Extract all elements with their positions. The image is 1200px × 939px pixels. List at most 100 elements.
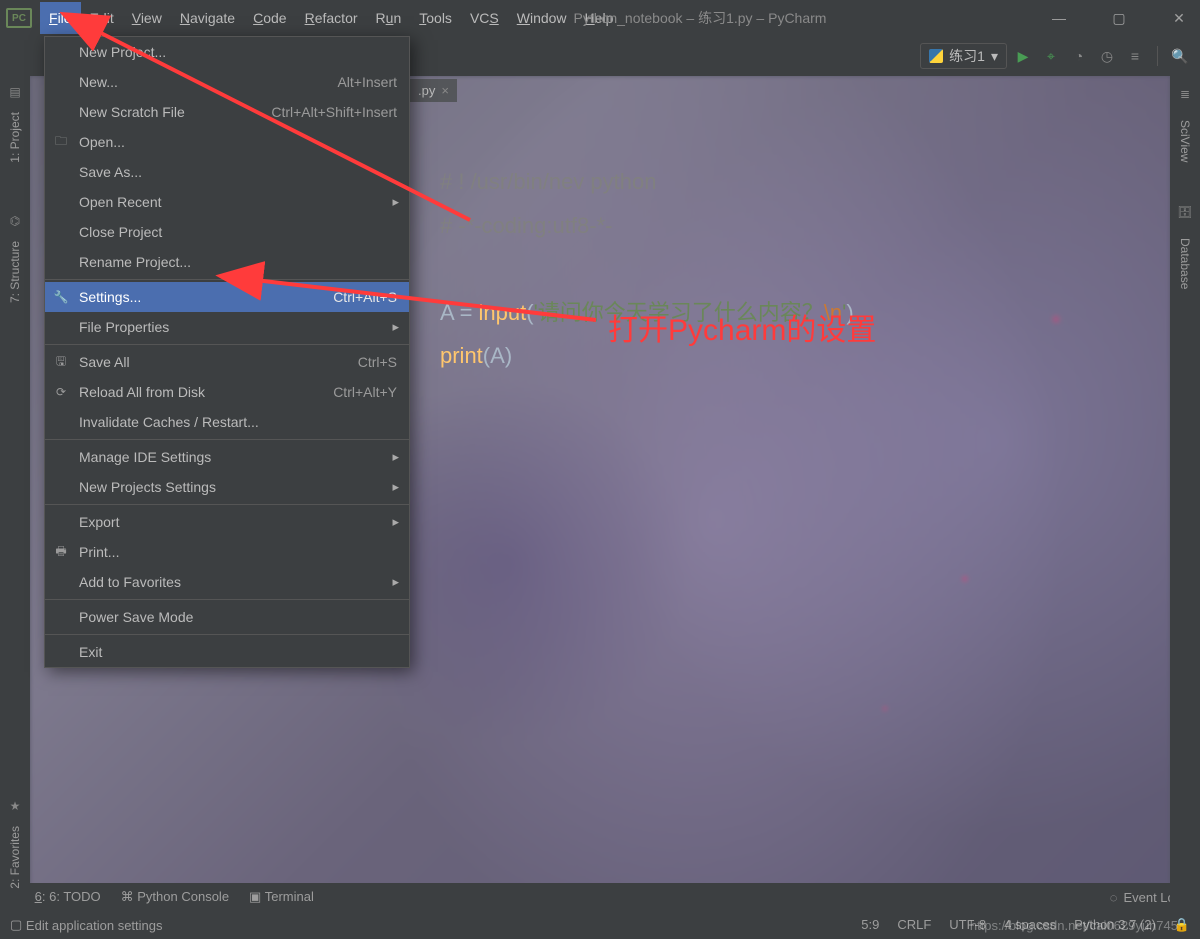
menu-window[interactable]: Window [508, 2, 576, 34]
run-config-selector[interactable]: 练习1 ▾ [920, 43, 1007, 69]
tool-database[interactable]: Database [1178, 234, 1192, 293]
code-func: input [479, 300, 527, 325]
menu-file[interactable]: File [40, 2, 81, 34]
menu-item-open[interactable]: 🗀Open... [45, 127, 409, 157]
menu-item-file-properties[interactable]: File Properties [45, 312, 409, 342]
chevron-down-icon: ▾ [991, 48, 998, 65]
tool-terminal[interactable]: ▣ Terminal [249, 889, 314, 905]
run-coverage-button[interactable]: ◔ [1067, 44, 1091, 68]
menu-item-close-project[interactable]: Close Project [45, 217, 409, 247]
editor-tab-bar: .py × [410, 76, 457, 104]
menu-item-label: Export [79, 514, 119, 530]
menu-item-shortcut: Ctrl+Alt+Shift+Insert [271, 104, 397, 120]
stop-button[interactable]: ≡ [1123, 44, 1147, 68]
menu-item-new-scratch-file[interactable]: New Scratch FileCtrl+Alt+Shift+Insert [45, 97, 409, 127]
code-line-2: # -*-coding:utf8-*- [440, 213, 612, 238]
tool-project[interactable]: 1: Project [8, 108, 22, 167]
menu-separator [45, 279, 409, 280]
menu-item-power-save-mode[interactable]: Power Save Mode [45, 602, 409, 632]
separator [1157, 46, 1158, 66]
menu-item-manage-ide-settings[interactable]: Manage IDE Settings [45, 442, 409, 472]
menu-item-label: New Project... [79, 44, 166, 60]
menu-item-label: Invalidate Caches / Restart... [79, 414, 259, 430]
tab-close-icon[interactable]: × [441, 83, 449, 98]
code-func: print [440, 343, 483, 368]
menu-item-label: Save As... [79, 164, 142, 180]
title-bar: PC File Edit View Navigate Code Refactor… [0, 0, 1200, 36]
menu-tools[interactable]: Tools [410, 2, 461, 34]
tool-todo[interactable]: ≔ 6: 6: TODO [18, 889, 101, 905]
menu-item-save-all[interactable]: 🖫Save AllCtrl+S [45, 347, 409, 377]
tab-label: .py [418, 83, 435, 98]
menu-item-label: Settings... [79, 289, 141, 305]
reload-icon: ⟳ [53, 384, 69, 400]
database-icon: 🗄 [1177, 204, 1193, 220]
sciview-icon: ≣ [1177, 86, 1193, 102]
menu-separator [45, 634, 409, 635]
menu-item-label: Close Project [79, 224, 162, 240]
maximize-button[interactable]: ▢ [1104, 10, 1134, 27]
star-icon: ★ [7, 798, 23, 814]
editor-tab[interactable]: .py × [410, 79, 457, 102]
menu-view[interactable]: View [123, 2, 171, 34]
menu-item-reload-all-from-disk[interactable]: ⟳Reload All from DiskCtrl+Alt+Y [45, 377, 409, 407]
minimize-button[interactable]: — [1044, 10, 1074, 26]
menu-item-label: Print... [79, 544, 119, 560]
menu-code[interactable]: Code [244, 2, 295, 34]
menu-item-label: Exit [79, 644, 102, 660]
menu-separator [45, 504, 409, 505]
annotation-text: 打开Pycharm的设置 [608, 305, 876, 349]
status-eol[interactable]: CRLF [897, 917, 931, 933]
menu-vcs[interactable]: VCS [461, 2, 508, 34]
menu-item-new-project[interactable]: New Project... [45, 37, 409, 67]
menu-run[interactable]: Run [367, 2, 411, 34]
menu-item-label: Power Save Mode [79, 609, 193, 625]
menu-item-add-to-favorites[interactable]: Add to Favorites [45, 567, 409, 597]
menu-item-save-as[interactable]: Save As... [45, 157, 409, 187]
close-button[interactable]: ✕ [1164, 10, 1194, 27]
menu-item-exit[interactable]: Exit [45, 637, 409, 667]
menu-item-export[interactable]: Export [45, 507, 409, 537]
menu-edit[interactable]: Edit [81, 2, 123, 34]
menu-item-label: New Projects Settings [79, 479, 216, 495]
debug-button[interactable]: ⌖ [1039, 44, 1063, 68]
search-everywhere-button[interactable]: 🔍 [1168, 44, 1192, 68]
menu-item-shortcut: Ctrl+S [358, 354, 397, 370]
menu-item-shortcut: Ctrl+Alt+Y [333, 384, 397, 400]
app-icon: PC [6, 8, 32, 28]
menu-item-rename-project[interactable]: Rename Project... [45, 247, 409, 277]
wrench-icon: 🔧 [53, 289, 69, 305]
tool-python-console[interactable]: ⌘ Python Console [121, 889, 229, 905]
menu-refactor[interactable]: Refactor [296, 2, 367, 34]
menu-item-shortcut: Alt+Insert [337, 74, 397, 90]
status-hint: Edit application settings [26, 918, 163, 933]
menu-separator [45, 344, 409, 345]
menu-item-label: Save All [79, 354, 130, 370]
right-tool-stripe: ≣ SciView 🗄 Database [1170, 80, 1200, 907]
code-editor[interactable]: # ! /usr/bin/nev python # -*-coding:utf8… [440, 118, 854, 422]
run-button[interactable]: ▶ [1011, 44, 1035, 68]
structure-icon: ⌬ [7, 213, 23, 229]
tool-sciview[interactable]: SciView [1178, 116, 1192, 166]
tool-favorites[interactable]: 2: Favorites [8, 822, 22, 893]
menu-item-open-recent[interactable]: Open Recent [45, 187, 409, 217]
tool-structure[interactable]: 7: Structure [8, 237, 22, 307]
menu-item-label: Open... [79, 134, 125, 150]
menu-item-print[interactable]: 🖶Print... [45, 537, 409, 567]
project-icon: ▤ [7, 84, 23, 100]
menu-navigate[interactable]: Navigate [171, 2, 244, 34]
window-controls: — ▢ ✕ [1044, 0, 1194, 36]
menu-item-new-projects-settings[interactable]: New Projects Settings [45, 472, 409, 502]
profile-button[interactable]: ◷ [1095, 44, 1119, 68]
menu-item-invalidate-caches-restart[interactable]: Invalidate Caches / Restart... [45, 407, 409, 437]
menu-item-label: Rename Project... [79, 254, 191, 270]
menu-item-label: File Properties [79, 319, 169, 335]
status-icon: ▢ [10, 917, 22, 933]
status-caret-pos[interactable]: 5:9 [861, 917, 879, 933]
code-line-1: # ! /usr/bin/nev python [440, 169, 656, 194]
menu-item-label: Add to Favorites [79, 574, 181, 590]
left-tool-stripe: ▤ 1: Project ⌬ 7: Structure ★ 2: Favorit… [0, 80, 30, 907]
menu-item-settings[interactable]: 🔧Settings...Ctrl+Alt+S [45, 282, 409, 312]
menu-item-new[interactable]: New... Alt+Insert [45, 67, 409, 97]
menu-item-label: New... [79, 74, 118, 90]
